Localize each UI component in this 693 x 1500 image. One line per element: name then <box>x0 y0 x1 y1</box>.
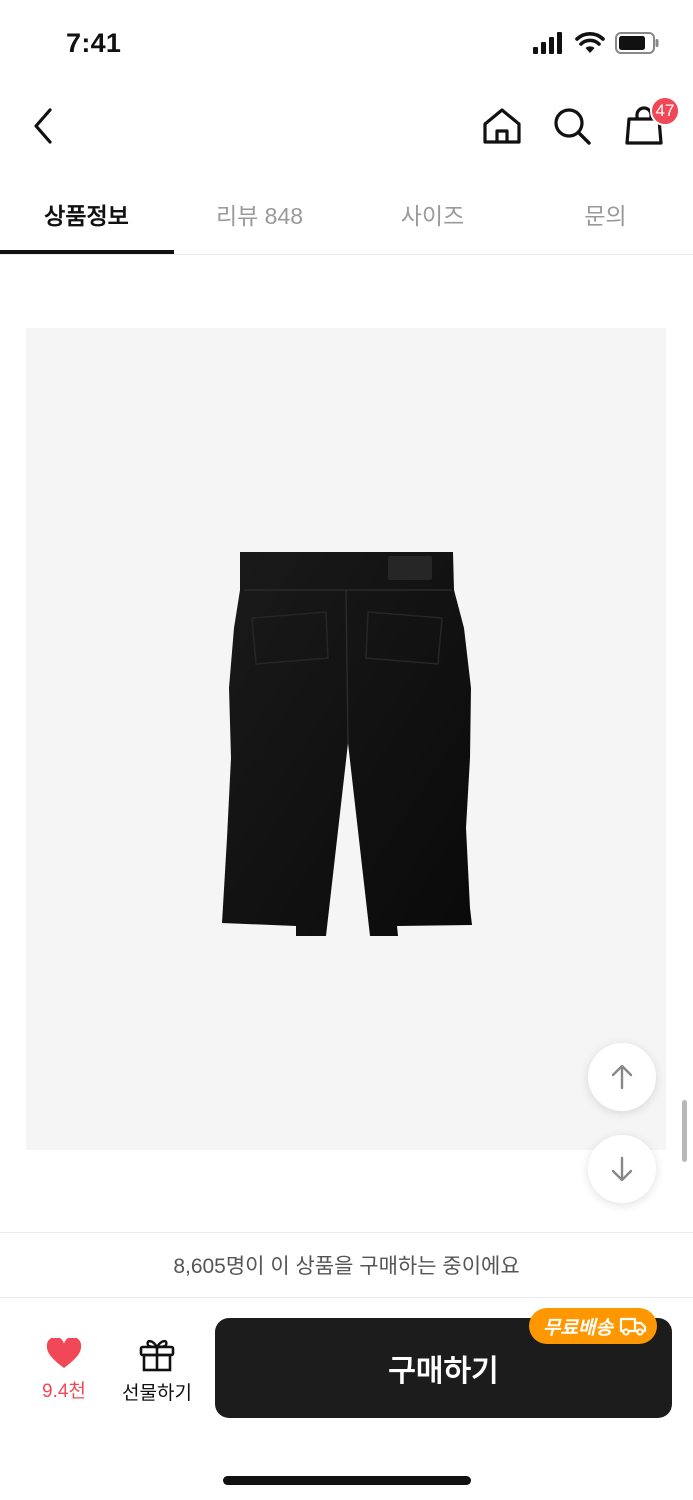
scrollbar[interactable] <box>682 1100 687 1162</box>
tab-inquiry[interactable]: 문의 <box>519 175 692 253</box>
heart-icon <box>46 1338 82 1368</box>
back-icon <box>34 108 52 144</box>
arrow-down-icon <box>611 1156 633 1182</box>
status-icons <box>533 32 659 54</box>
status-time: 7:41 <box>66 28 122 58</box>
home-indicator[interactable] <box>223 1476 471 1485</box>
tab-reviews[interactable]: 리뷰 848 <box>173 175 346 253</box>
free-shipping-badge: 무료배송 <box>529 1308 657 1344</box>
gift-button[interactable]: 선물하기 <box>112 1336 202 1406</box>
like-button[interactable]: 9.4천 <box>30 1338 98 1408</box>
buyers-count-banner: 8,605명이 이 상품을 구매하는 중이에요 <box>0 1232 693 1298</box>
tab-product-info[interactable]: 상품정보 <box>0 175 173 253</box>
back-button[interactable] <box>20 102 68 150</box>
home-icon <box>483 108 521 144</box>
search-button[interactable] <box>548 102 596 150</box>
signal-icon <box>533 32 562 54</box>
truck-icon <box>619 1317 647 1336</box>
arrow-up-icon <box>611 1064 633 1090</box>
gift-icon <box>139 1339 175 1372</box>
wifi-icon <box>575 32 605 53</box>
cart-count-badge: 47 <box>650 96 680 126</box>
product-tabs: 상품정보 리뷰 848 사이즈 문의 <box>0 175 693 255</box>
top-navigation-bar <box>0 88 693 168</box>
gift-label: 선물하기 <box>122 1383 192 1404</box>
scroll-to-top-button[interactable] <box>588 1043 656 1111</box>
like-count: 9.4천 <box>42 1381 86 1402</box>
free-shipping-label: 무료배송 <box>543 1317 613 1339</box>
home-button[interactable] <box>478 102 526 150</box>
tab-size[interactable]: 사이즈 <box>346 175 519 253</box>
product-image <box>26 328 666 1150</box>
scroll-to-bottom-button[interactable] <box>588 1135 656 1203</box>
battery-icon <box>615 32 659 54</box>
search-icon <box>554 108 591 145</box>
status-bar: 7:41 <box>0 0 693 88</box>
black-shorts-image <box>222 552 472 936</box>
active-tab-indicator <box>0 250 174 254</box>
